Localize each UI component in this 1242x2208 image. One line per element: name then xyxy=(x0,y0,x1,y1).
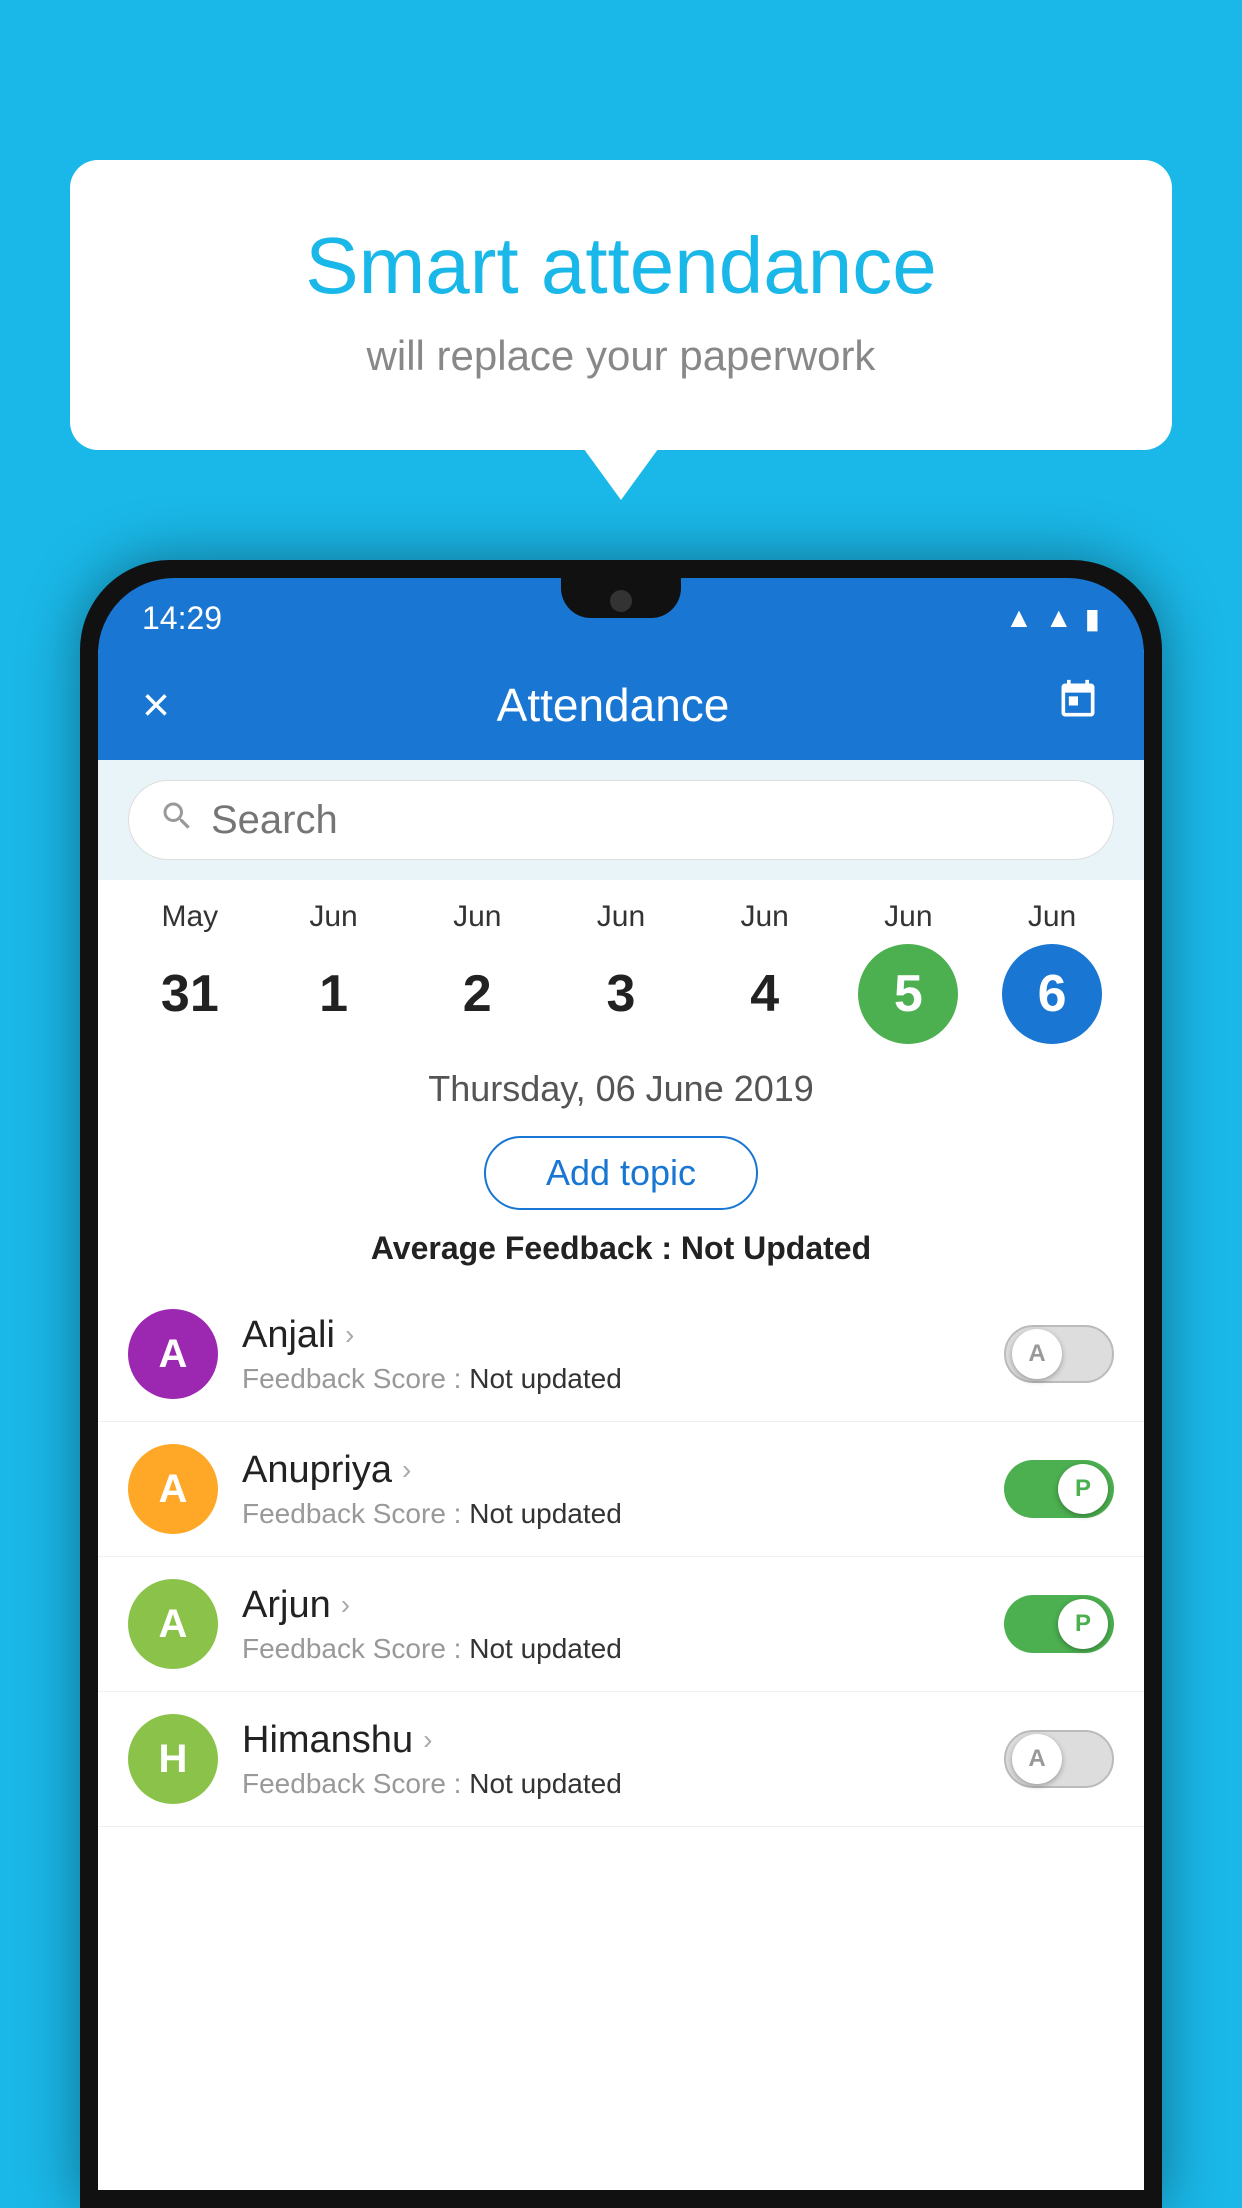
close-button[interactable]: × xyxy=(142,678,170,733)
chevron-right-icon: › xyxy=(345,1319,354,1351)
attendance-toggle[interactable]: A xyxy=(1004,1730,1114,1788)
student-name: Anjali › xyxy=(242,1314,980,1357)
cal-date-number[interactable]: 5 xyxy=(858,944,958,1044)
student-info: Anjali › Feedback Score : Not updated xyxy=(242,1314,980,1395)
speech-bubble: Smart attendance will replace your paper… xyxy=(70,160,1172,450)
feedback-value: Not updated xyxy=(469,1498,622,1529)
add-topic-button[interactable]: Add topic xyxy=(484,1136,758,1210)
cal-date-number[interactable]: 6 xyxy=(1002,944,1102,1044)
student-info: Arjun › Feedback Score : Not updated xyxy=(242,1584,980,1665)
status-icons: ▲ ▲ ▮ xyxy=(1005,602,1100,635)
cal-date-number[interactable]: 3 xyxy=(571,944,671,1044)
feedback-value: Not updated xyxy=(469,1363,622,1394)
bubble-subtitle: will replace your paperwork xyxy=(150,332,1092,380)
search-icon xyxy=(159,798,195,843)
calendar-strip: May 31 Jun 1 Jun 2 Jun 3 Jun 4 Jun 5 Jun 6 xyxy=(98,880,1144,1044)
app-header: × Attendance xyxy=(98,650,1144,760)
cal-date-number[interactable]: 4 xyxy=(715,944,815,1044)
cal-month-label: Jun xyxy=(740,900,788,934)
chevron-right-icon: › xyxy=(402,1454,411,1486)
toggle-knob: A xyxy=(1012,1734,1062,1784)
status-time: 14:29 xyxy=(142,600,222,637)
cal-month-label: Jun xyxy=(884,900,932,934)
chevron-right-icon: › xyxy=(423,1724,432,1756)
attendance-toggle[interactable]: P xyxy=(1004,1595,1114,1653)
search-bar xyxy=(128,780,1114,860)
calendar-icon[interactable] xyxy=(1056,678,1100,732)
calendar-day[interactable]: Jun 6 xyxy=(992,900,1112,1044)
student-avatar: A xyxy=(128,1309,218,1399)
avg-feedback: Average Feedback : Not Updated xyxy=(98,1230,1144,1287)
avg-feedback-value: Not Updated xyxy=(681,1230,871,1266)
toggle-switch[interactable]: A xyxy=(1004,1730,1114,1788)
student-info: Himanshu › Feedback Score : Not updated xyxy=(242,1719,980,1800)
student-feedback: Feedback Score : Not updated xyxy=(242,1768,980,1800)
student-item[interactable]: A Anjali › Feedback Score : Not updated A xyxy=(98,1287,1144,1422)
student-avatar: A xyxy=(128,1579,218,1669)
student-item[interactable]: A Arjun › Feedback Score : Not updated P xyxy=(98,1557,1144,1692)
attendance-toggle[interactable]: P xyxy=(1004,1460,1114,1518)
calendar-day[interactable]: Jun 2 xyxy=(417,900,537,1044)
signal-icon: ▲ xyxy=(1045,602,1073,634)
student-name: Anupriya › xyxy=(242,1449,980,1492)
header-title: Attendance xyxy=(497,678,730,732)
student-info: Anupriya › Feedback Score : Not updated xyxy=(242,1449,980,1530)
student-feedback: Feedback Score : Not updated xyxy=(242,1633,980,1665)
wifi-icon: ▲ xyxy=(1005,602,1033,634)
cal-date-number[interactable]: 2 xyxy=(427,944,527,1044)
phone-notch xyxy=(561,578,681,618)
student-item[interactable]: H Himanshu › Feedback Score : Not updated A xyxy=(98,1692,1144,1827)
cal-date-number[interactable]: 1 xyxy=(284,944,384,1044)
student-item[interactable]: A Anupriya › Feedback Score : Not updated P xyxy=(98,1422,1144,1557)
student-feedback: Feedback Score : Not updated xyxy=(242,1498,980,1530)
add-topic-container: Add topic xyxy=(98,1126,1144,1230)
calendar-day[interactable]: Jun 1 xyxy=(274,900,394,1044)
search-container xyxy=(98,760,1144,880)
student-name: Himanshu › xyxy=(242,1719,980,1762)
cal-month-label: Jun xyxy=(453,900,501,934)
student-avatar: A xyxy=(128,1444,218,1534)
cal-month-label: Jun xyxy=(309,900,357,934)
feedback-value: Not updated xyxy=(469,1768,622,1799)
student-feedback: Feedback Score : Not updated xyxy=(242,1363,980,1395)
calendar-day[interactable]: Jun 4 xyxy=(705,900,825,1044)
calendar-day[interactable]: Jun 3 xyxy=(561,900,681,1044)
toggle-switch[interactable]: P xyxy=(1004,1460,1114,1518)
phone-inner: 14:29 ▲ ▲ ▮ × Attendance xyxy=(98,578,1144,2190)
date-display: Thursday, 06 June 2019 xyxy=(98,1044,1144,1126)
calendar-day[interactable]: May 31 xyxy=(130,900,250,1044)
battery-icon: ▮ xyxy=(1085,602,1100,635)
student-avatar: H xyxy=(128,1714,218,1804)
toggle-switch[interactable]: A xyxy=(1004,1325,1114,1383)
cal-date-number[interactable]: 31 xyxy=(140,944,240,1044)
cal-month-label: Jun xyxy=(597,900,645,934)
toggle-knob: A xyxy=(1012,1329,1062,1379)
app-content: × Attendance xyxy=(98,650,1144,2190)
student-list: AAnjali ›Feedback Score : Not updatedAAA… xyxy=(98,1287,1144,2190)
bubble-title: Smart attendance xyxy=(150,220,1092,312)
toggle-switch[interactable]: P xyxy=(1004,1595,1114,1653)
camera-dot xyxy=(610,590,632,612)
calendar-day[interactable]: Jun 5 xyxy=(848,900,968,1044)
student-name: Arjun › xyxy=(242,1584,980,1627)
avg-feedback-label: Average Feedback : xyxy=(371,1230,672,1266)
cal-month-label: May xyxy=(162,900,219,934)
cal-month-label: Jun xyxy=(1028,900,1076,934)
toggle-knob: P xyxy=(1058,1599,1108,1649)
phone-frame: 14:29 ▲ ▲ ▮ × Attendance xyxy=(80,560,1162,2208)
feedback-value: Not updated xyxy=(469,1633,622,1664)
search-input[interactable] xyxy=(211,798,1083,843)
toggle-knob: P xyxy=(1058,1464,1108,1514)
attendance-toggle[interactable]: A xyxy=(1004,1325,1114,1383)
chevron-right-icon: › xyxy=(341,1589,350,1621)
